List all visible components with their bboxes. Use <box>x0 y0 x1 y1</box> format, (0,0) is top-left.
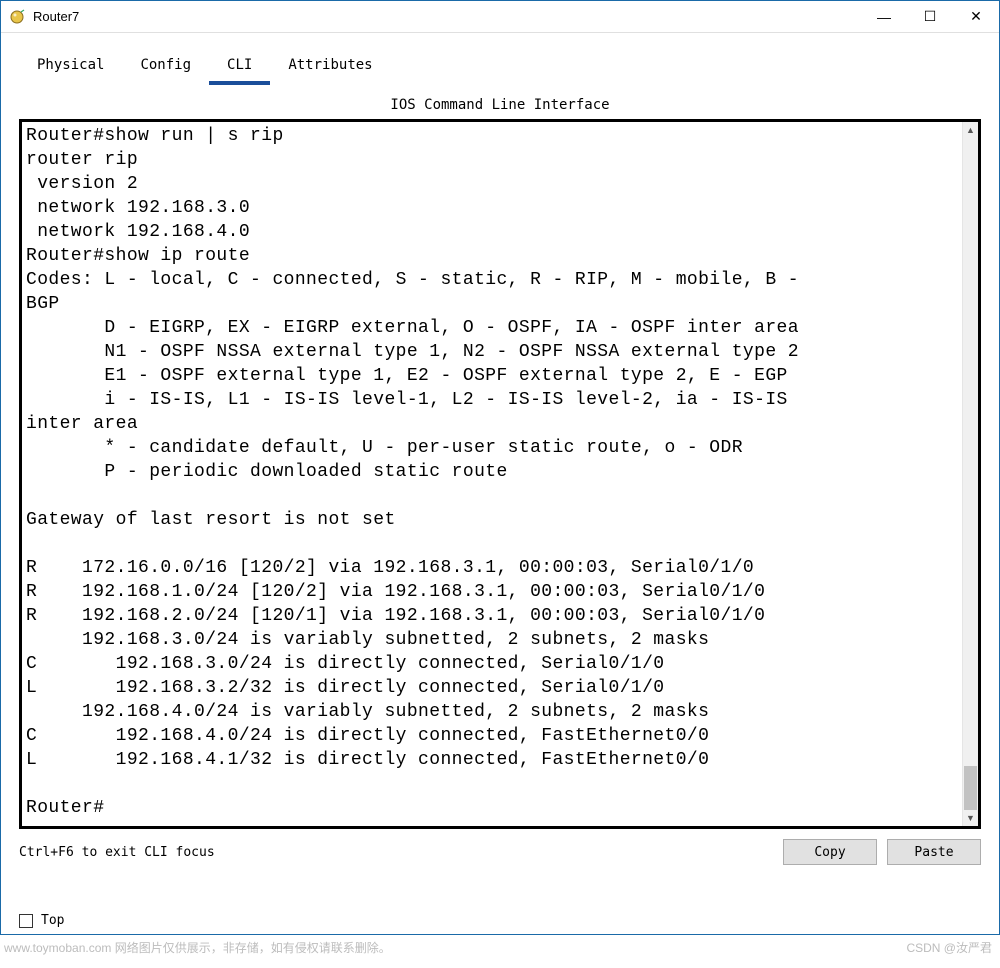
maximize-icon: ☐ <box>924 8 937 25</box>
titlebar[interactable]: Router7 — ☐ ✕ <box>1 1 999 33</box>
terminal-container: Router#show run | s rip router rip versi… <box>19 119 981 829</box>
hint-row: Ctrl+F6 to exit CLI focus Copy Paste <box>19 829 981 877</box>
tab-cli[interactable]: CLI <box>209 51 270 85</box>
terminal-output[interactable]: Router#show run | s rip router rip versi… <box>22 122 962 826</box>
app-window: Router7 — ☐ ✕ Physical Config CLI Attrib… <box>0 0 1000 935</box>
tab-physical[interactable]: Physical <box>19 51 122 85</box>
router-icon <box>9 9 25 25</box>
cli-header-label: IOS Command Line Interface <box>19 87 981 119</box>
scrollbar[interactable]: ▲ ▼ <box>962 122 978 826</box>
top-toggle-row: Top <box>1 907 999 934</box>
scroll-thumb[interactable] <box>964 766 977 810</box>
top-label: Top <box>41 913 64 928</box>
maximize-button[interactable]: ☐ <box>907 1 953 32</box>
minimize-button[interactable]: — <box>861 1 907 32</box>
window-controls: — ☐ ✕ <box>861 1 999 32</box>
cli-focus-hint: Ctrl+F6 to exit CLI focus <box>19 845 773 860</box>
tab-config[interactable]: Config <box>122 51 209 85</box>
footer-left: www.toymoban.com 网络图片仅供展示，非存储，如有侵权请联系删除。 <box>4 939 391 956</box>
minimize-icon: — <box>877 9 891 25</box>
scroll-up-icon[interactable]: ▲ <box>963 122 978 138</box>
close-button[interactable]: ✕ <box>953 1 999 32</box>
window-title: Router7 <box>33 9 79 24</box>
tab-attributes[interactable]: Attributes <box>270 51 390 85</box>
footer-right: CSDN @汝严君 <box>906 939 998 956</box>
page-footer: www.toymoban.com 网络图片仅供展示，非存储，如有侵权请联系删除。… <box>0 935 998 956</box>
content-area: Physical Config CLI Attributes IOS Comma… <box>1 33 999 907</box>
tab-bar: Physical Config CLI Attributes <box>19 51 981 85</box>
scroll-down-icon[interactable]: ▼ <box>963 810 978 826</box>
close-icon: ✕ <box>970 8 982 25</box>
top-checkbox[interactable] <box>19 914 33 928</box>
paste-button[interactable]: Paste <box>887 839 981 865</box>
copy-button[interactable]: Copy <box>783 839 877 865</box>
